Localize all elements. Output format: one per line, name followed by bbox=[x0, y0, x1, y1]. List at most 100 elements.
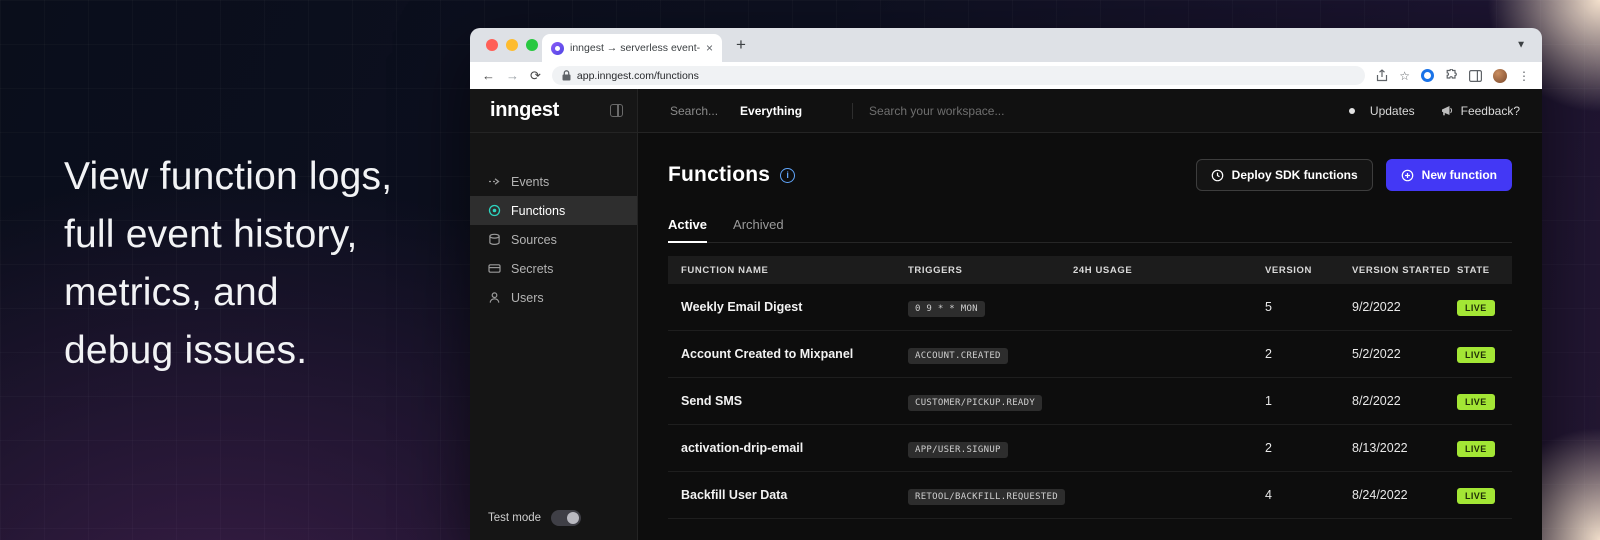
toolbar-icons: ☆ ⋮ bbox=[1376, 69, 1530, 83]
page-title: Functions bbox=[668, 163, 770, 187]
table-row[interactable]: Send SMS CUSTOMER/PICKUP.READY 1 8/2/202… bbox=[668, 378, 1512, 425]
function-name: Weekly Email Digest bbox=[668, 300, 908, 314]
test-mode-toggle[interactable] bbox=[551, 510, 581, 526]
function-name: Account Created to Mixpanel bbox=[668, 347, 908, 361]
side-panel-icon[interactable] bbox=[1469, 70, 1482, 82]
tab-active[interactable]: Active bbox=[668, 217, 707, 243]
clock-icon bbox=[1211, 169, 1224, 182]
column-header-usage: 24H USAGE bbox=[1073, 265, 1265, 276]
sidebar-item-label: Functions bbox=[511, 204, 565, 218]
feedback-button[interactable]: Feedback? bbox=[1441, 104, 1520, 118]
search-scope-selector[interactable]: Everything bbox=[740, 104, 802, 118]
plus-circle-icon bbox=[1401, 169, 1414, 182]
profile-avatar[interactable] bbox=[1493, 69, 1507, 83]
table-row[interactable]: activation-drip-email APP/USER.SIGNUP 2 … bbox=[668, 425, 1512, 472]
version-value: 1 bbox=[1265, 394, 1352, 408]
back-button[interactable]: ← bbox=[482, 68, 495, 83]
close-window-button[interactable] bbox=[486, 39, 498, 51]
browser-tab[interactable]: inngest → serverless event-dri... × bbox=[542, 34, 722, 62]
hero-line: debug issues. bbox=[64, 322, 392, 380]
trigger-badge: CUSTOMER/PICKUP.READY bbox=[908, 395, 1042, 411]
version-started-value: 8/13/2022 bbox=[1352, 441, 1457, 455]
column-header-state: STATE bbox=[1457, 265, 1512, 276]
sidebar-item-events[interactable]: Events bbox=[470, 167, 637, 196]
state-badge: LIVE bbox=[1457, 488, 1495, 504]
workspace-search-input[interactable]: Search your workspace... bbox=[869, 104, 1004, 118]
hero-line: View function logs, bbox=[64, 148, 392, 206]
functions-icon bbox=[488, 204, 501, 217]
megaphone-icon bbox=[1441, 105, 1454, 117]
header-actions: Deploy SDK functions New function bbox=[1196, 159, 1512, 191]
main-content: Functions i Deploy SDK functions bbox=[638, 133, 1542, 540]
sidebar-item-sources[interactable]: Sources bbox=[470, 225, 637, 254]
search-input[interactable]: Search... bbox=[670, 104, 718, 118]
zoom-window-button[interactable] bbox=[526, 39, 538, 51]
version-value: 2 bbox=[1265, 441, 1352, 455]
hero-line: metrics, and bbox=[64, 264, 392, 322]
version-started-value: 9/2/2022 bbox=[1352, 300, 1457, 314]
url-text: app.inngest.com/functions bbox=[577, 70, 699, 82]
tab-favicon-icon bbox=[551, 42, 564, 55]
table-row[interactable]: Account Created to Mixpanel ACCOUNT.CREA… bbox=[668, 331, 1512, 378]
inngest-app: inngest Search... Everything Search your… bbox=[470, 89, 1542, 540]
tab-search-chevron-icon[interactable]: ▼ bbox=[1516, 40, 1526, 51]
table-header-row: FUNCTION NAME TRIGGERS 24H USAGE VERSION… bbox=[668, 256, 1512, 284]
version-started-value: 8/2/2022 bbox=[1352, 394, 1457, 408]
hero-copy: View function logs, full event history, … bbox=[64, 148, 392, 380]
deploy-sdk-functions-button[interactable]: Deploy SDK functions bbox=[1196, 159, 1373, 191]
version-started-value: 8/24/2022 bbox=[1352, 488, 1457, 502]
page-header: Functions i Deploy SDK functions bbox=[668, 159, 1512, 191]
toggle-knob bbox=[567, 512, 579, 524]
topbar-divider bbox=[852, 103, 853, 119]
browser-window: inngest → serverless event-dri... × + ▼ … bbox=[470, 28, 1542, 540]
function-name: Send SMS bbox=[668, 394, 908, 408]
trigger-badge: RETOOL/BACKFILL.REQUESTED bbox=[908, 489, 1065, 505]
bookmark-star-icon[interactable]: ☆ bbox=[1399, 69, 1410, 83]
logo-zone: inngest bbox=[470, 89, 638, 132]
version-value: 5 bbox=[1265, 300, 1352, 314]
function-name: Backfill User Data bbox=[668, 488, 908, 502]
share-icon[interactable] bbox=[1376, 69, 1388, 82]
new-tab-button[interactable]: + bbox=[736, 35, 746, 55]
trigger-badge: ACCOUNT.CREATED bbox=[908, 348, 1008, 364]
lock-icon bbox=[562, 70, 571, 81]
hero-line: full event history, bbox=[64, 206, 392, 264]
address-bar[interactable]: app.inngest.com/functions bbox=[552, 66, 1365, 85]
browser-menu-icon[interactable]: ⋮ bbox=[1518, 69, 1530, 83]
test-mode-label: Test mode bbox=[488, 512, 541, 524]
column-header-version: VERSION bbox=[1265, 265, 1352, 276]
sidebar-item-label: Events bbox=[511, 175, 549, 189]
version-value: 4 bbox=[1265, 488, 1352, 502]
column-header-function-name: FUNCTION NAME bbox=[668, 265, 908, 276]
window-controls[interactable] bbox=[486, 39, 538, 51]
table-row[interactable]: Weekly Email Digest 0 9 * * MON 5 9/2/20… bbox=[668, 284, 1512, 331]
new-function-button[interactable]: New function bbox=[1386, 159, 1512, 191]
new-function-button-label: New function bbox=[1422, 168, 1497, 182]
sidebar-item-label: Secrets bbox=[511, 262, 553, 276]
sidebar-item-functions[interactable]: Functions bbox=[470, 196, 637, 225]
sidebar-item-secrets[interactable]: Secrets bbox=[470, 254, 637, 283]
tab-archived[interactable]: Archived bbox=[733, 217, 784, 242]
sidebar-item-label: Users bbox=[511, 291, 544, 305]
topbar-search-area: Search... Everything Search your workspa… bbox=[638, 89, 1542, 132]
topbar-right: Updates Feedback? bbox=[1349, 104, 1520, 118]
forward-button[interactable]: → bbox=[506, 68, 519, 83]
extension-icon[interactable] bbox=[1421, 69, 1434, 82]
info-icon[interactable]: i bbox=[780, 168, 795, 183]
sidebar-item-users[interactable]: Users bbox=[470, 283, 637, 312]
reload-button[interactable]: ⟳ bbox=[530, 68, 541, 84]
deploy-button-label: Deploy SDK functions bbox=[1232, 168, 1358, 182]
sidebar: Events Functions Sources bbox=[470, 133, 638, 540]
tab-close-icon[interactable]: × bbox=[706, 42, 713, 54]
trigger-badge: APP/USER.SIGNUP bbox=[908, 442, 1008, 458]
table-row[interactable]: Backfill User Data RETOOL/BACKFILL.REQUE… bbox=[668, 472, 1512, 519]
updates-button[interactable]: Updates bbox=[1349, 104, 1415, 118]
feedback-label: Feedback? bbox=[1461, 104, 1520, 118]
function-tabs: Active Archived bbox=[668, 217, 1512, 243]
extensions-puzzle-icon[interactable] bbox=[1445, 69, 1458, 82]
events-icon bbox=[488, 175, 501, 188]
minimize-window-button[interactable] bbox=[506, 39, 518, 51]
state-badge: LIVE bbox=[1457, 441, 1495, 457]
state-badge: LIVE bbox=[1457, 347, 1495, 363]
sidebar-collapse-icon[interactable] bbox=[610, 104, 623, 117]
